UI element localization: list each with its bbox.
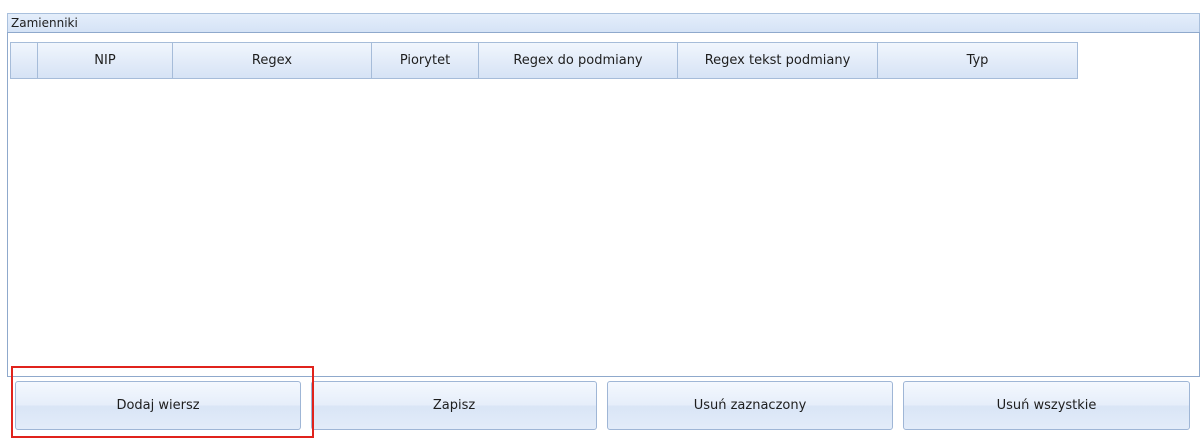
- save-button[interactable]: Zapisz: [311, 381, 597, 430]
- group-title: Zamienniki: [7, 13, 1200, 32]
- column-header-priority[interactable]: Piorytet: [372, 42, 479, 79]
- grid-header-row: NIP Regex Piorytet Regex do podmiany Reg…: [10, 42, 1078, 79]
- delete-all-button[interactable]: Usuń wszystkie: [903, 381, 1190, 430]
- column-header-regex[interactable]: Regex: [173, 42, 372, 79]
- column-header-type[interactable]: Typ: [878, 42, 1078, 79]
- column-header-nip[interactable]: NIP: [38, 42, 173, 79]
- replacements-grid[interactable]: NIP Regex Piorytet Regex do podmiany Reg…: [7, 32, 1200, 377]
- column-header-regex-replace[interactable]: Regex do podmiany: [479, 42, 678, 79]
- add-row-button[interactable]: Dodaj wiersz: [15, 381, 301, 430]
- delete-selected-button[interactable]: Usuń zaznaczony: [607, 381, 893, 430]
- column-header-regex-replace-text[interactable]: Regex tekst podmiany: [678, 42, 878, 79]
- row-selector-header[interactable]: [10, 42, 38, 79]
